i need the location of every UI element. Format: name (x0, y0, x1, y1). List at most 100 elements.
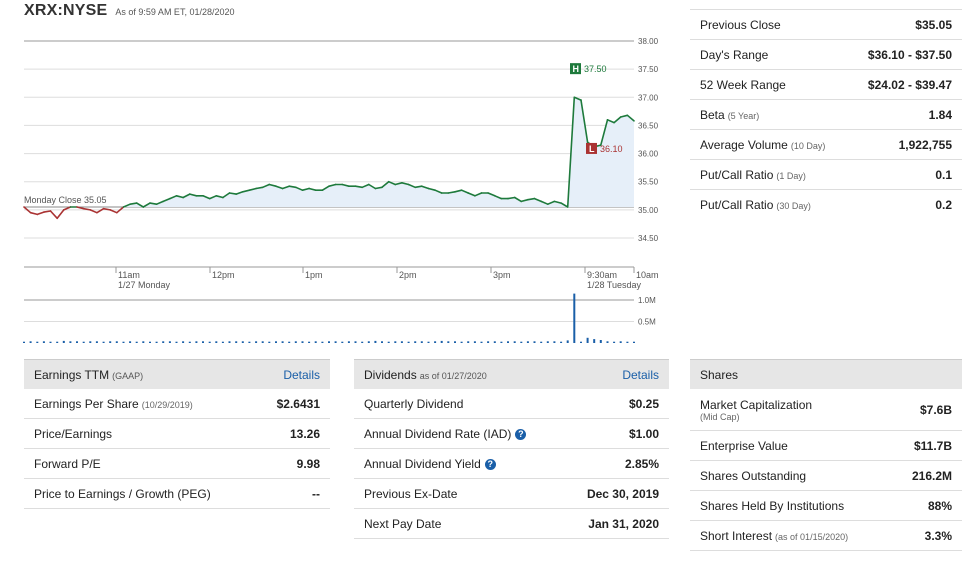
shares-value: 216.2M (911, 468, 952, 483)
day-high-badge-letter: H (573, 64, 580, 74)
volume-bar (626, 341, 629, 343)
earnings-value: 9.98 (296, 456, 320, 471)
stat-value: 0.2 (935, 197, 952, 212)
day-low-badge-letter: L (589, 144, 595, 154)
volume-bar (248, 341, 251, 343)
y-tick-label: 37.50 (638, 65, 659, 74)
shares-row: Enterprise Value $11.7B (690, 431, 962, 461)
dividends-row: Quarterly Dividend $0.25 (354, 389, 669, 419)
earnings-title-sub: (GAAP) (112, 370, 144, 381)
shares-label: Short Interest (as of 01/15/2020) (700, 529, 848, 543)
dividends-label-text: Annual Dividend Yield (364, 456, 481, 471)
volume-bar (619, 341, 622, 343)
stat-label-text: Previous Close (700, 17, 781, 32)
stat-label-text: Day's Range (700, 47, 769, 62)
shares-label-text: Short Interest (700, 528, 773, 543)
help-icon[interactable]: ? (515, 428, 527, 440)
volume-bar (122, 341, 125, 343)
volume-bar (49, 341, 52, 343)
price-line-segment (56, 209, 65, 220)
volume-bar (228, 341, 231, 343)
volume-bar (487, 341, 490, 343)
x-tick-label: 1pm (305, 270, 323, 280)
shares-label: Enterprise Value (700, 439, 788, 453)
dividends-details-link[interactable]: Details (622, 368, 659, 382)
volume-bar (288, 341, 291, 343)
x-tick-label: 3pm (493, 270, 511, 280)
volume-bar (328, 341, 330, 343)
x-tick-label: 10am (636, 270, 659, 280)
stat-row: Day's Range $36.10 - $37.50 (690, 39, 962, 69)
shares-value: $11.7B (913, 438, 952, 453)
volume-bar (188, 341, 191, 343)
earnings-row: Price/Earnings 13.26 (24, 419, 330, 449)
volume-bar (540, 341, 543, 343)
earnings-details-link[interactable]: Details (283, 368, 320, 382)
price-area-fill (24, 97, 634, 208)
key-stats-table: Previous Close $35.05 Day's Range $36.10 - … (690, 9, 962, 219)
earnings-row: Forward P/E 9.98 (24, 449, 330, 479)
stat-row: Average Volume (10 Day) 1,922,755 (690, 129, 962, 159)
shares-label-text: Shares Outstanding (700, 468, 807, 483)
volume-bar (82, 341, 85, 343)
price-line-segment (36, 211, 45, 216)
earnings-label: Earnings Per Share (10/29/2019) (34, 397, 193, 411)
volume-bar (42, 341, 45, 343)
volume-bar (593, 339, 596, 343)
volume-bar (566, 340, 569, 343)
stat-label-text: 52 Week Range (700, 77, 786, 92)
shares-label-text: Shares Held By Institutions (700, 498, 845, 513)
stat-row: Previous Close $35.05 (690, 9, 962, 39)
volume-bar (546, 341, 549, 343)
volume-bar (202, 341, 204, 343)
dividends-row: Annual Dividend Rate (IAD)? $1.00 (354, 419, 669, 449)
stat-label: Put/Call Ratio (30 Day) (700, 198, 811, 212)
earnings-value: $2.6431 (276, 396, 320, 411)
earnings-label-sub: (10/29/2019) (141, 399, 193, 410)
earnings-value: 13.26 (289, 426, 320, 441)
stat-row: 52 Week Range $24.02 - $39.47 (690, 69, 962, 99)
stat-label: Put/Call Ratio (1 Day) (700, 168, 806, 182)
volume-bar (89, 341, 92, 343)
price-chart[interactable]: 38.00 37.50 37.00 36.50 36.00 35.50 35.00 34.50… (0, 0, 680, 350)
price-line-segment (29, 211, 39, 216)
stat-value: $35.05 (915, 17, 952, 32)
volume-bar (321, 341, 324, 343)
volume-bar (208, 341, 211, 343)
dividends-value: $0.25 (628, 396, 659, 411)
stat-value: 0.1 (935, 167, 952, 182)
stat-label: Beta (5 Year) (700, 108, 759, 122)
x-tick-label: 9:30am (587, 270, 617, 280)
volume-bar (580, 341, 582, 343)
price-line-segment (149, 202, 158, 205)
y-tick-label: 35.50 (638, 178, 659, 187)
volume-bar (460, 341, 463, 343)
stat-value: 1.84 (928, 107, 952, 122)
price-line-segment (43, 210, 52, 213)
volume-bar (381, 341, 383, 343)
shares-row: Shares Held By Institutions 88% (690, 491, 962, 521)
volume-bar (275, 341, 277, 343)
volume-bar (354, 341, 357, 343)
dividends-title: Dividends (364, 367, 417, 382)
stat-label: Previous Close (700, 18, 781, 32)
shares-label-sub: (as of 01/15/2020) (775, 531, 849, 542)
dividends-value: 2.85% (624, 456, 659, 471)
volume-bar (69, 341, 72, 343)
help-icon[interactable]: ? (484, 458, 496, 470)
volume-bar (135, 341, 138, 343)
earnings-value: -- (312, 486, 320, 501)
y-tick-label: 36.50 (638, 121, 659, 130)
volume-bar (36, 341, 39, 343)
volume-bar (255, 341, 258, 343)
x-tick-sublabel: 1/28 Tuesday (587, 280, 642, 290)
shares-value: 3.3% (924, 528, 952, 543)
shares-value: $7.6B (919, 402, 952, 417)
earnings-panel: Earnings TTM (GAAP) Details Earnings Per … (24, 359, 330, 509)
earnings-label-text: Price/Earnings (34, 426, 113, 441)
price-line-segment (49, 210, 59, 220)
volume-bar (560, 341, 563, 343)
stat-value: 1,922,755 (898, 137, 952, 152)
price-line-segment (288, 185, 297, 189)
volume-bar (599, 340, 602, 343)
